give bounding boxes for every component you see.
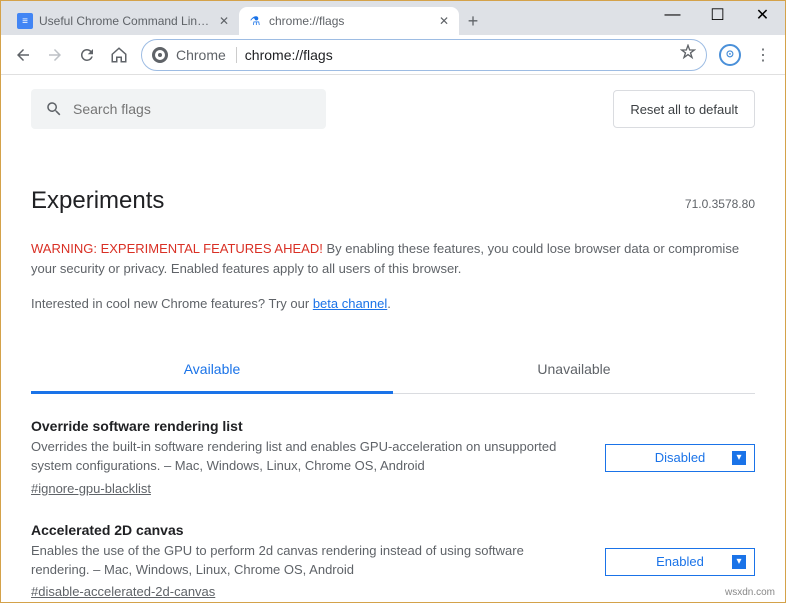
warning-prefix: WARNING: EXPERIMENTAL FEATURES AHEAD! — [31, 241, 323, 256]
flag-item: Accelerated 2D canvas Enables the use of… — [31, 498, 755, 602]
flag-anchor-link[interactable]: #disable-accelerated-2d-canvas — [31, 584, 215, 599]
flag-text: Accelerated 2D canvas Enables the use of… — [31, 522, 585, 602]
beta-channel-link[interactable]: beta channel — [313, 296, 387, 311]
flag-title: Accelerated 2D canvas — [31, 522, 585, 538]
maximize-button[interactable]: ☐ — [695, 1, 740, 29]
flag-title: Override software rendering list — [31, 418, 585, 434]
browser-tabs: ≡ Useful Chrome Command Line S ✕ ⚗ chrom… — [1, 1, 650, 35]
arrow-left-icon — [14, 46, 32, 64]
page-content: Reset all to default Experiments 71.0.35… — [1, 75, 785, 602]
address-bar[interactable]: Chrome — [141, 39, 707, 71]
home-button[interactable] — [105, 41, 133, 69]
arrow-right-icon — [46, 46, 64, 64]
watermark: wsxdn.com — [725, 587, 775, 598]
title-bar: ≡ Useful Chrome Command Line S ✕ ⚗ chrom… — [1, 1, 785, 35]
search-icon — [45, 100, 63, 118]
menu-button[interactable]: ⋮ — [749, 41, 777, 69]
reset-all-button[interactable]: Reset all to default — [613, 90, 755, 128]
reload-icon — [78, 46, 96, 64]
tab-available[interactable]: Available — [31, 347, 393, 394]
flags-content: Experiments 71.0.3578.80 WARNING: EXPERI… — [1, 187, 785, 601]
beta-line: Interested in cool new Chrome features? … — [31, 296, 755, 311]
flag-state-select[interactable]: Enabled — [605, 548, 755, 576]
tab-title: chrome://flags — [269, 14, 431, 28]
warning-text: WARNING: EXPERIMENTAL FEATURES AHEAD! By… — [31, 239, 755, 278]
forward-button[interactable] — [41, 41, 69, 69]
extension-icon[interactable]: ⊙ — [719, 44, 741, 66]
heading-row: Experiments 71.0.3578.80 — [31, 187, 755, 215]
flag-desc: Enables the use of the GPU to perform 2d… — [31, 542, 585, 580]
reload-button[interactable] — [73, 41, 101, 69]
back-button[interactable] — [9, 41, 37, 69]
version-label: 71.0.3578.80 — [685, 197, 755, 211]
close-icon[interactable]: ✕ — [437, 14, 451, 28]
star-icon — [680, 44, 696, 60]
browser-toolbar: Chrome ⊙ ⋮ — [1, 35, 785, 75]
new-tab-button[interactable]: + — [459, 7, 487, 35]
top-controls: Reset all to default — [1, 75, 785, 129]
flag-text: Override software rendering list Overrid… — [31, 418, 585, 498]
page-title: Experiments — [31, 187, 685, 215]
tab-flags[interactable]: ⚗ chrome://flags ✕ — [239, 7, 459, 35]
flag-desc: Overrides the built-in software renderin… — [31, 438, 585, 476]
tab-docs[interactable]: ≡ Useful Chrome Command Line S ✕ — [9, 7, 239, 35]
flag-tabs-row: Available Unavailable — [31, 347, 755, 394]
security-label: Chrome — [176, 47, 237, 63]
tab-title: Useful Chrome Command Line S — [39, 14, 211, 28]
docs-icon: ≡ — [17, 13, 33, 29]
flag-state-select[interactable]: Disabled — [605, 444, 755, 472]
bookmark-button[interactable] — [680, 44, 696, 65]
window-controls: — ☐ ✕ — [650, 1, 785, 29]
tab-unavailable[interactable]: Unavailable — [393, 347, 755, 393]
search-input[interactable] — [73, 101, 312, 117]
flag-item: Override software rendering list Overrid… — [31, 394, 755, 498]
url-input[interactable] — [245, 47, 672, 63]
flask-icon: ⚗ — [247, 13, 263, 29]
close-button[interactable]: ✕ — [740, 1, 785, 29]
search-flags-box[interactable] — [31, 89, 326, 129]
minimize-button[interactable]: — — [650, 1, 695, 29]
home-icon — [110, 46, 128, 64]
chrome-icon — [152, 47, 168, 63]
flag-anchor-link[interactable]: #ignore-gpu-blacklist — [31, 481, 151, 496]
close-icon[interactable]: ✕ — [217, 14, 231, 28]
